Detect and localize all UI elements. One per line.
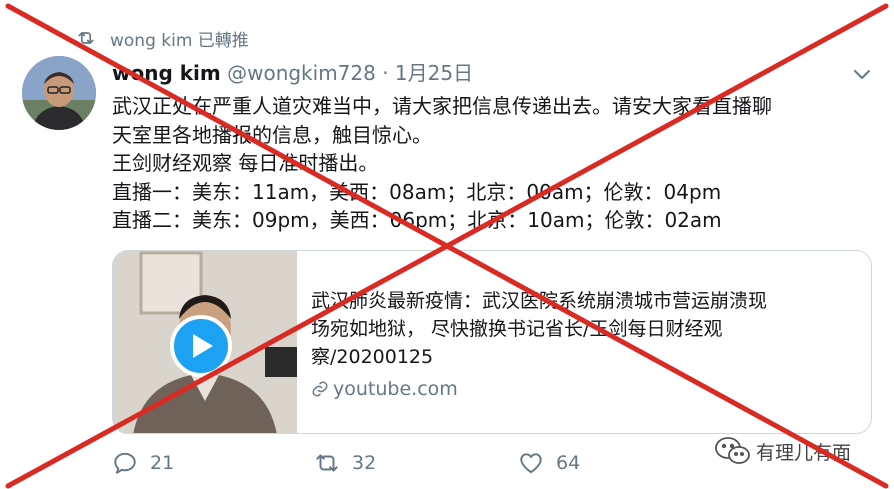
tweet-line: 天室里各地播报的信息，触目惊心。 [112, 122, 432, 147]
tweet-line: 直播二：美东：09pm，美西：06pm；北京：10am；伦敦：02am [112, 208, 722, 232]
link-icon [312, 381, 328, 397]
video-thumbnail[interactable] [113, 251, 297, 433]
wechat-icon [715, 437, 750, 464]
card-body[interactable]: 武汉肺炎最新疫情：武汉医院系统崩溃城市营运崩溃现 场宛如地狱， 尽快撤换书记省长… [311, 287, 861, 403]
chevron-down-icon[interactable] [852, 66, 872, 82]
tweet-line: 直播一：美东：11am，美西：08am；北京：00am；伦敦：04pm [112, 179, 722, 204]
like-count: 64 [556, 452, 581, 474]
watermark: 有理儿有面 [714, 436, 851, 466]
avatar[interactable] [22, 56, 96, 130]
card-title-line: 武汉肺炎最新疫情：武汉医院系统崩溃城市营运崩溃现 [311, 290, 768, 312]
link-card[interactable]: 武汉肺炎最新疫情：武汉医院系统崩溃城市营运崩溃现 场宛如地狱， 尽快撤换书记省长… [112, 250, 872, 434]
play-button[interactable] [170, 315, 232, 377]
tweet-line: 王剑财经观察 每日准时播出。 [112, 151, 379, 175]
heart-icon [520, 453, 542, 474]
display-name[interactable]: wong kim [112, 61, 221, 85]
reply-count: 21 [150, 452, 175, 474]
retweet-icon [316, 454, 338, 472]
retweet-count: 32 [352, 452, 377, 474]
tweet-text: 武汉正处在严重人道灾难当中，请大家把信息传递出去。请安大家看直播聊 天室里各地播… [112, 92, 872, 235]
tweet-header: wong kim @wongkim728 · 1月25日 [112, 60, 473, 86]
card-title: 武汉肺炎最新疫情：武汉医院系统崩溃城市营运崩溃现 场宛如地狱， 尽快撤换书记省长… [311, 287, 861, 371]
like-button[interactable]: 64 [518, 450, 580, 476]
tweet-actions: 21 32 64 [112, 450, 712, 480]
card-title-line: 察/20200125 [311, 346, 434, 368]
watermark-text: 有理儿有面 [756, 441, 852, 464]
retweet-label: wong kim 已轉推 [110, 30, 249, 51]
retweet-context: wong kim 已轉推 [76, 26, 249, 51]
tweet-line: 武汉正处在严重人道灾难当中，请大家把信息传递出去。请安大家看直播聊 [112, 94, 772, 118]
card-domain[interactable]: youtube.com [311, 375, 861, 403]
reply-button[interactable]: 21 [112, 450, 174, 476]
handle-and-date[interactable]: @wongkim728 · 1月25日 [227, 61, 473, 85]
play-icon [193, 334, 213, 358]
reply-icon [114, 452, 136, 474]
retweet-button[interactable]: 32 [314, 450, 376, 476]
card-title-line: 场宛如地狱， 尽快撤换书记省长/王剑每日财经观 [311, 318, 723, 340]
card-domain-text: youtube.com [333, 378, 458, 400]
retweet-icon [78, 32, 94, 44]
